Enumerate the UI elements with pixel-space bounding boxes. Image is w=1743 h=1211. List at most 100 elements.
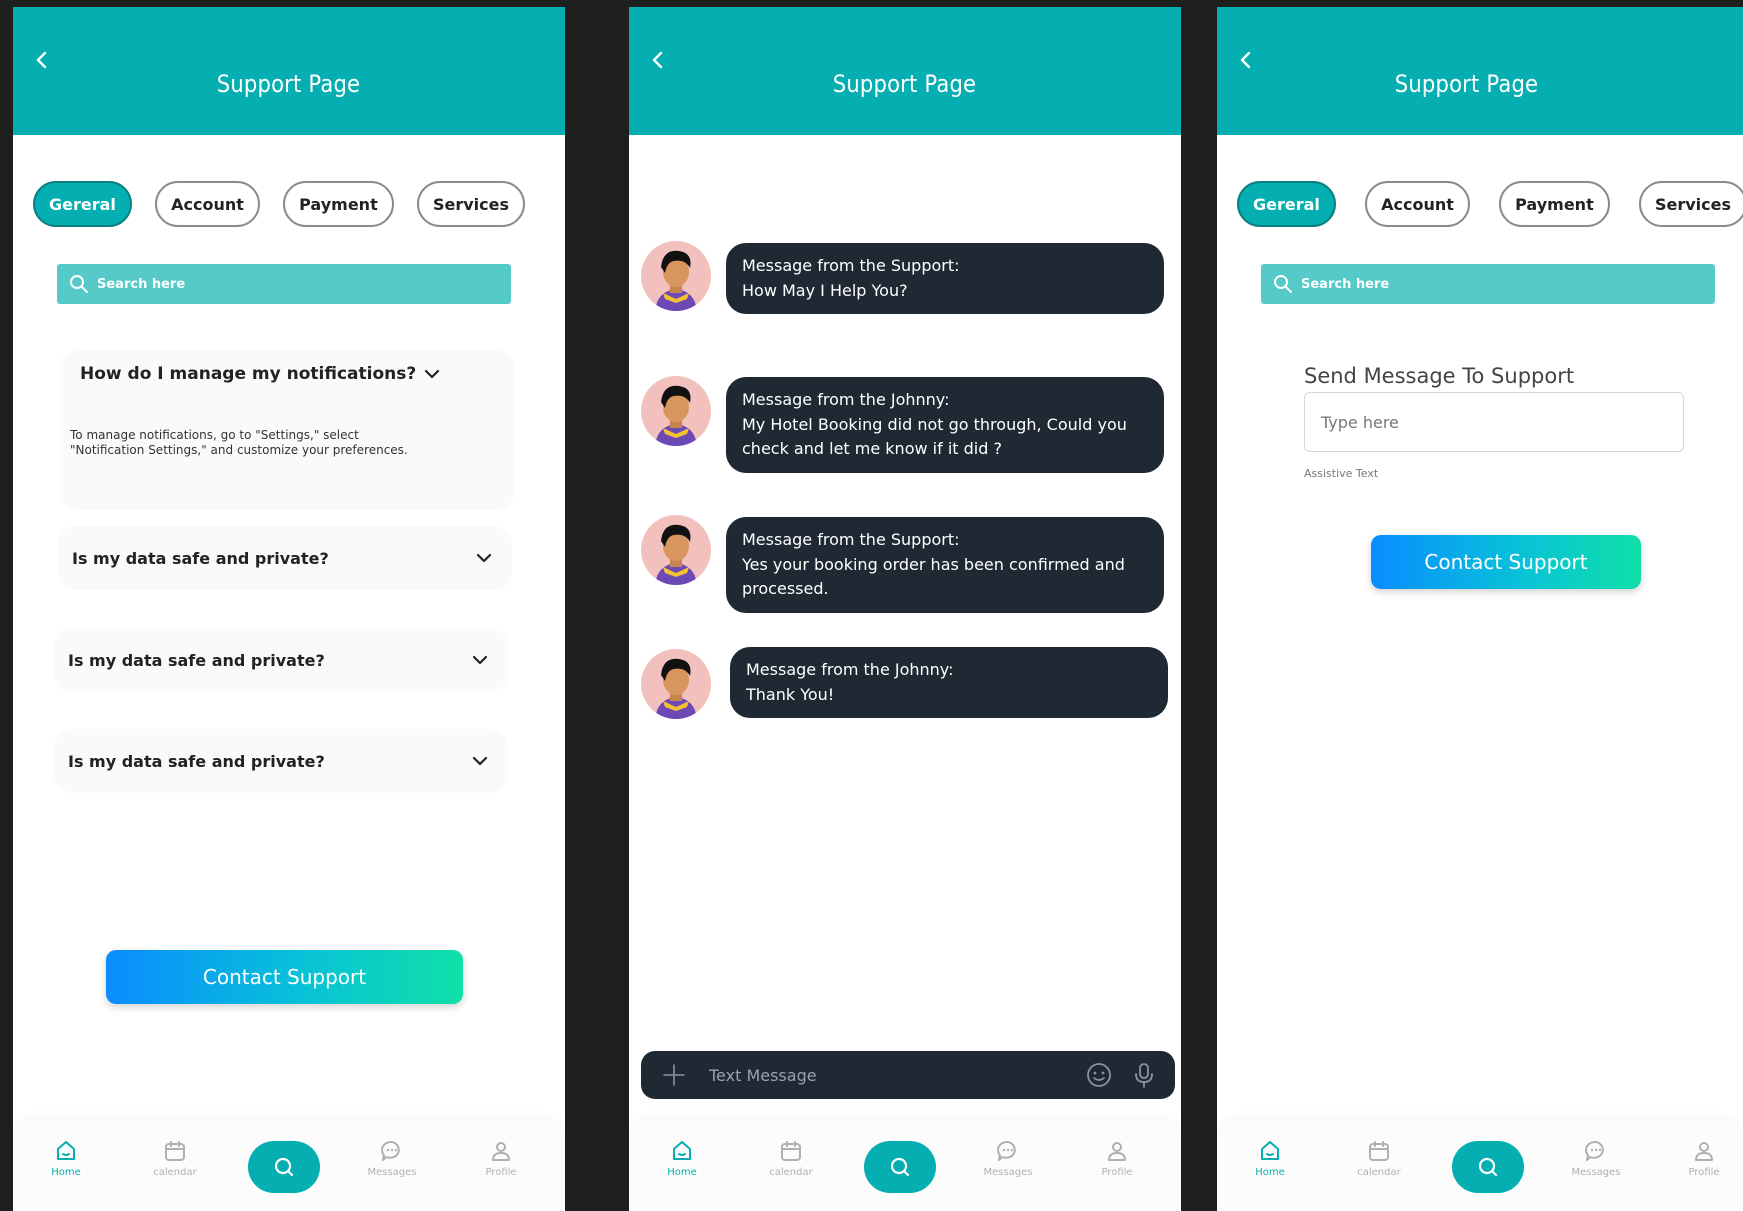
profile-icon: [1695, 1142, 1713, 1161]
faq-answer-line: "Notification Settings," and customize y…: [70, 443, 408, 457]
assistive-text: Assistive Text: [1304, 467, 1379, 480]
avatar: [641, 241, 711, 311]
messages-icon: [997, 1140, 1016, 1161]
message-composer: Text Message: [641, 1051, 1175, 1099]
nav-label: Profile: [1101, 1167, 1133, 1178]
nav-label: calendar: [769, 1167, 813, 1178]
bottom-nav: Home calendar Messages Profile: [1217, 1119, 1743, 1211]
tab-general[interactable]: Gereral: [33, 181, 132, 227]
nav-profile[interactable]: Profile: [1082, 1139, 1152, 1178]
home-icon: [57, 1141, 75, 1160]
nav-messages[interactable]: Messages: [357, 1139, 427, 1178]
faq-answer-line: To manage notifications, go to "Settings…: [70, 428, 359, 442]
nav-label: Messages: [983, 1167, 1033, 1178]
message-sender: Message from the Support:: [742, 256, 960, 275]
tab-account[interactable]: Account: [155, 181, 260, 227]
app-header: Support Page: [1217, 7, 1743, 135]
avatar: [641, 649, 711, 719]
faq-item-expanded[interactable]: How do I manage my notifications? To man…: [60, 350, 514, 510]
back-arrow-icon[interactable]: [33, 51, 51, 69]
app-header: Support Page: [13, 7, 565, 135]
category-tabs: Gereral Account Payment Services: [1237, 181, 1743, 227]
chat-message: Message from the Support: Yes your booki…: [726, 517, 1164, 613]
emoji-icon[interactable]: [1085, 1061, 1113, 1089]
search-icon: [274, 1157, 294, 1177]
tab-payment[interactable]: Payment: [1499, 181, 1610, 227]
page-title: Support Page: [217, 70, 361, 98]
chevron-down-icon: [472, 655, 488, 665]
faq-item[interactable]: Is my data safe and private?: [58, 526, 512, 590]
nav-label: Profile: [485, 1167, 517, 1178]
person-avatar-icon: [655, 524, 697, 585]
message-text: How May I Help You?: [742, 280, 908, 300]
faq-question: Is my data safe and private?: [68, 751, 325, 771]
back-arrow-icon[interactable]: [1237, 51, 1255, 69]
faq-question: Is my data safe and private?: [72, 548, 329, 568]
message-sender: Message from the Support:: [742, 530, 960, 549]
tab-general[interactable]: Gereral: [1237, 181, 1336, 227]
app-header: Support Page: [629, 7, 1181, 135]
nav-profile[interactable]: Profile: [466, 1139, 536, 1178]
search-placeholder: Search here: [1301, 276, 1390, 292]
tab-payment[interactable]: Payment: [283, 181, 394, 227]
nav-label: Profile: [1688, 1167, 1720, 1178]
avatar: [641, 376, 711, 446]
search-input[interactable]: Search here: [57, 264, 511, 304]
calendar-icon: [1369, 1141, 1389, 1161]
chat-message: Message from the Johnny: Thank You!: [730, 647, 1168, 718]
avatar: [641, 515, 711, 585]
nav-messages[interactable]: Messages: [973, 1139, 1043, 1178]
chevron-down-icon: [472, 756, 488, 766]
message-text: check and let me know if it did ?: [742, 439, 1002, 458]
contact-support-button[interactable]: Contact Support: [106, 950, 463, 1004]
nav-calendar[interactable]: calendar: [756, 1139, 826, 1178]
search-input[interactable]: Search here: [1261, 264, 1715, 304]
nav-home[interactable]: Home: [647, 1139, 717, 1178]
message-sender: Message from the Johnny:: [746, 660, 954, 679]
faq-item[interactable]: Is my data safe and private?: [54, 628, 508, 692]
chevron-down-icon: [476, 553, 492, 563]
nav-calendar[interactable]: calendar: [1344, 1139, 1414, 1178]
messages-icon: [381, 1140, 400, 1161]
message-input[interactable]: Text Message: [709, 1066, 1085, 1085]
nav-search-button[interactable]: [1452, 1141, 1524, 1193]
microphone-icon[interactable]: [1133, 1061, 1155, 1089]
nav-home[interactable]: Home: [1235, 1139, 1305, 1178]
nav-search-button[interactable]: [248, 1141, 320, 1193]
faq-question: Is my data safe and private?: [68, 650, 325, 670]
back-arrow-icon[interactable]: [649, 51, 667, 69]
nav-label: calendar: [153, 1167, 197, 1178]
nav-profile[interactable]: Profile: [1669, 1139, 1739, 1178]
tab-account[interactable]: Account: [1365, 181, 1470, 227]
nav-calendar[interactable]: calendar: [140, 1139, 210, 1178]
faq-item[interactable]: Is my data safe and private?: [54, 729, 508, 793]
chevron-down-icon: [425, 369, 440, 379]
page-title: Support Page: [1395, 70, 1539, 98]
nav-search-button[interactable]: [864, 1141, 936, 1193]
message-text: processed.: [742, 579, 829, 598]
search-icon: [1478, 1157, 1498, 1177]
support-faq-screen: Support Page Gereral Account Payment Ser…: [13, 7, 565, 1211]
message-input[interactable]: [1304, 392, 1684, 452]
message-text: Thank You!: [746, 684, 835, 704]
chat-message: Message from the Johnny: My Hotel Bookin…: [726, 377, 1164, 473]
tab-services[interactable]: Services: [416, 181, 525, 227]
message-sender: Message from the Johnny:: [742, 390, 950, 409]
message-text: My Hotel Booking did not go through, Cou…: [742, 414, 1127, 434]
nav-messages[interactable]: Messages: [1561, 1139, 1631, 1178]
bottom-nav: Home calendar Messages Profile: [13, 1119, 565, 1211]
faq-answer: To manage notifications, go to "Settings…: [70, 428, 450, 458]
contact-support-button[interactable]: Contact Support: [1371, 535, 1641, 589]
search-icon: [890, 1157, 910, 1177]
plus-icon[interactable]: [661, 1062, 687, 1088]
chat-message: Message from the Support: How May I Help…: [726, 243, 1164, 314]
form-title: Send Message To Support: [1304, 364, 1575, 388]
tab-services[interactable]: Services: [1638, 181, 1743, 227]
calendar-icon: [781, 1141, 801, 1161]
person-avatar-icon: [655, 385, 697, 446]
nav-label: Messages: [367, 1167, 417, 1178]
home-icon: [673, 1141, 691, 1160]
bottom-nav: Home calendar Messages Profile: [629, 1119, 1181, 1211]
support-chat-screen: Support Page Message from the Support: H…: [629, 7, 1181, 1211]
nav-home[interactable]: Home: [31, 1139, 101, 1178]
